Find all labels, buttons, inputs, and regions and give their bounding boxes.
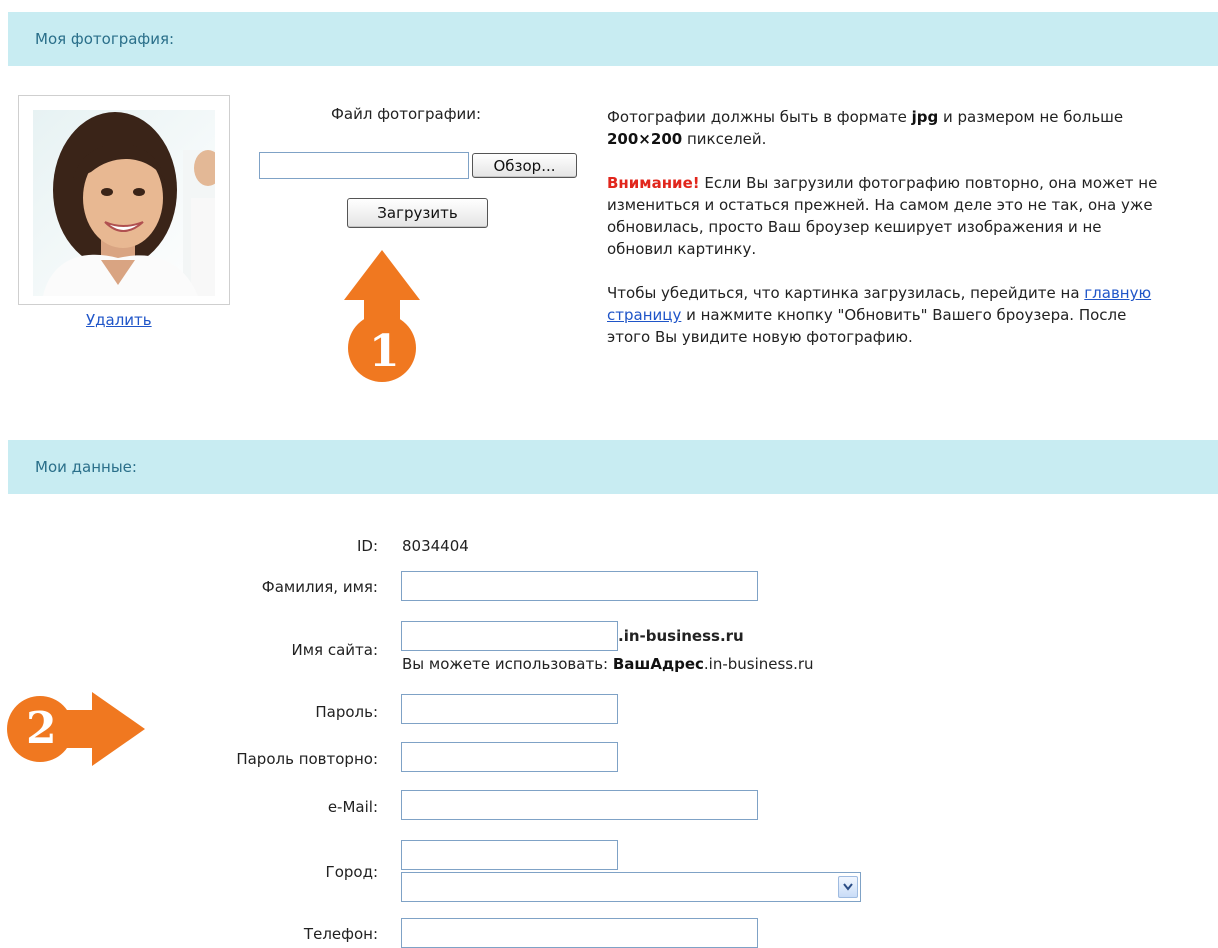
password-repeat-input[interactable] — [401, 742, 618, 772]
phone-input[interactable] — [401, 918, 758, 948]
data-section-header: Мои данные: — [8, 440, 1218, 494]
info-refresh: Чтобы убедиться, что картинка загрузилас… — [607, 284, 1152, 346]
city-label: Город: — [325, 863, 378, 881]
name-input[interactable] — [401, 571, 758, 601]
site-domain-suffix: .in-business.ru — [618, 627, 744, 645]
browse-button[interactable]: Обзор... — [472, 153, 577, 178]
info-warning: Внимание! Если Вы загрузили фотографию п… — [607, 174, 1158, 258]
site-name-hint: Вы можете использовать: ВашАдрес.in-busi… — [402, 655, 814, 673]
site-name-label: Имя сайта: — [291, 641, 379, 659]
profile-photo-frame — [18, 95, 230, 305]
name-label: Фамилия, имя: — [261, 578, 378, 596]
id-value: 8034404 — [402, 537, 469, 555]
password-repeat-label: Пароль повторно: — [236, 750, 378, 768]
id-label: ID: — [356, 537, 378, 555]
city-input[interactable] — [401, 840, 618, 870]
annotation-arrow-right-icon — [7, 692, 145, 766]
file-label: Файл фотографии: — [331, 105, 482, 123]
photo-section-header: Моя фотография: — [8, 12, 1218, 66]
chevron-down-icon[interactable] — [838, 876, 858, 898]
data-section-title: Мои данные: — [35, 458, 137, 476]
password-input[interactable] — [401, 694, 618, 724]
upload-button[interactable]: Загрузить — [347, 198, 488, 228]
city-select[interactable] — [401, 872, 861, 902]
info-format: Фотографии должны быть в формате jpg и р… — [607, 108, 1124, 148]
email-input[interactable] — [401, 790, 758, 820]
phone-label: Телефон: — [303, 925, 378, 943]
site-name-input[interactable] — [401, 621, 618, 651]
profile-photo — [33, 110, 215, 296]
annotation-marker-1: 1 — [369, 326, 400, 377]
email-label: e-Mail: — [327, 798, 378, 816]
password-label: Пароль: — [315, 703, 378, 721]
photo-section-title: Моя фотография: — [35, 30, 175, 48]
photo-info: Фотографии должны быть в формате jpg и р… — [607, 106, 1167, 348]
delete-photo-link[interactable]: Удалить — [86, 311, 152, 329]
annotation-marker-2: 2 — [26, 703, 57, 754]
file-path-input[interactable] — [259, 152, 469, 179]
